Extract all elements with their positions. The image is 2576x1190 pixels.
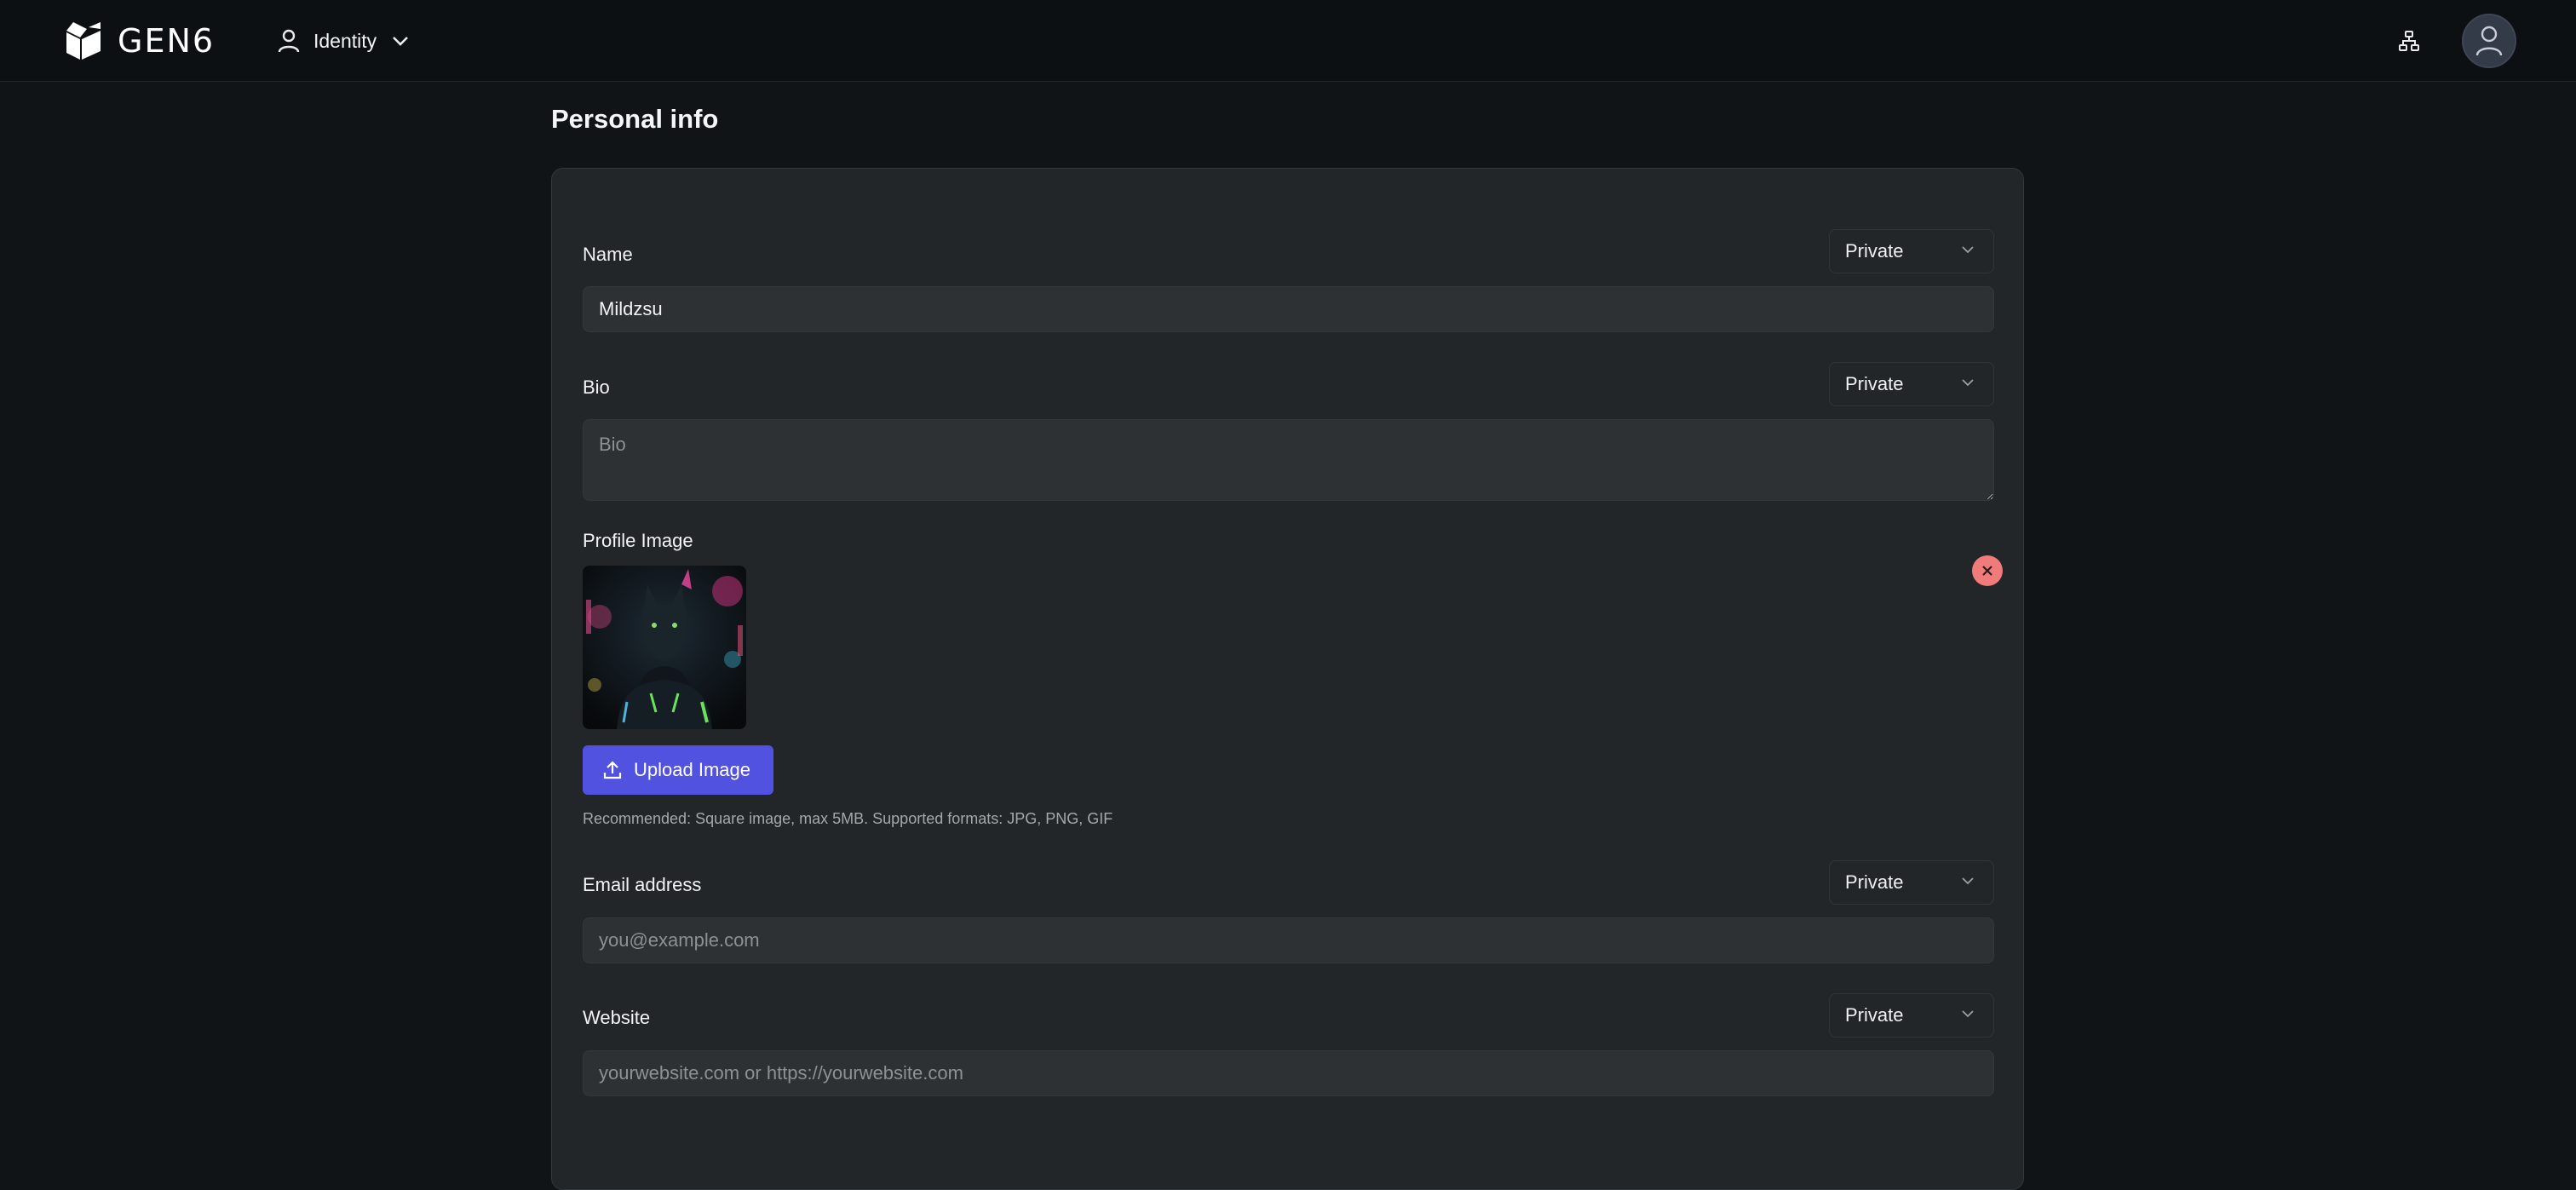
name-privacy-select[interactable]: Private (1829, 229, 1994, 273)
upload-image-label: Upload Image (634, 759, 750, 780)
brand-name: GEN6 (118, 22, 216, 60)
avatar[interactable] (2462, 14, 2516, 68)
profile-image-picture (583, 566, 746, 729)
email-privacy-select[interactable]: Private (1829, 860, 1994, 905)
profile-image-label: Profile Image (583, 530, 693, 551)
name-label: Name (583, 244, 633, 265)
image-upload-hint: Recommended: Square image, max 5MB. Supp… (583, 810, 1113, 827)
sitemap-icon (2399, 31, 2419, 51)
network-button[interactable] (2394, 26, 2424, 56)
user-icon (278, 29, 300, 53)
brand-logo[interactable]: GEN6 (61, 20, 215, 61)
top-navigation-bar: GEN6 Identity (0, 0, 2576, 82)
website-label: Website (583, 1007, 651, 1028)
bio-label: Bio (583, 377, 610, 398)
upload-image-button[interactable]: Upload Image (583, 745, 773, 795)
website-input[interactable] (583, 1050, 1994, 1096)
email-privacy-value: Private (1845, 871, 1904, 893)
gen6-logo-icon (66, 22, 101, 60)
website-privacy-value: Private (1845, 1004, 1904, 1026)
user-icon (2475, 26, 2503, 56)
page-title: Personal info (551, 104, 719, 134)
name-input[interactable] (583, 286, 1994, 332)
identity-label: Identity (313, 29, 377, 52)
email-label: Email address (583, 874, 702, 895)
bio-textarea[interactable] (583, 419, 1994, 501)
identity-menu[interactable]: Identity (278, 24, 409, 58)
bio-privacy-value: Private (1845, 373, 1904, 394)
profile-image-preview (583, 566, 746, 729)
upload-icon (603, 761, 622, 779)
close-icon (1982, 566, 1992, 576)
personal-info-card: Name Private Bio Private Profile Image (551, 168, 2024, 1190)
chevron-down-icon (1962, 1010, 1974, 1018)
chevron-down-icon (393, 37, 409, 46)
bio-privacy-select[interactable]: Private (1829, 362, 1994, 406)
website-privacy-select[interactable]: Private (1829, 993, 1994, 1038)
chevron-down-icon (1962, 246, 1974, 254)
chevron-down-icon (1962, 877, 1974, 885)
email-input[interactable] (583, 917, 1994, 963)
chevron-down-icon (1962, 379, 1974, 387)
name-privacy-value: Private (1845, 240, 1904, 262)
remove-image-button[interactable] (1972, 555, 2003, 586)
